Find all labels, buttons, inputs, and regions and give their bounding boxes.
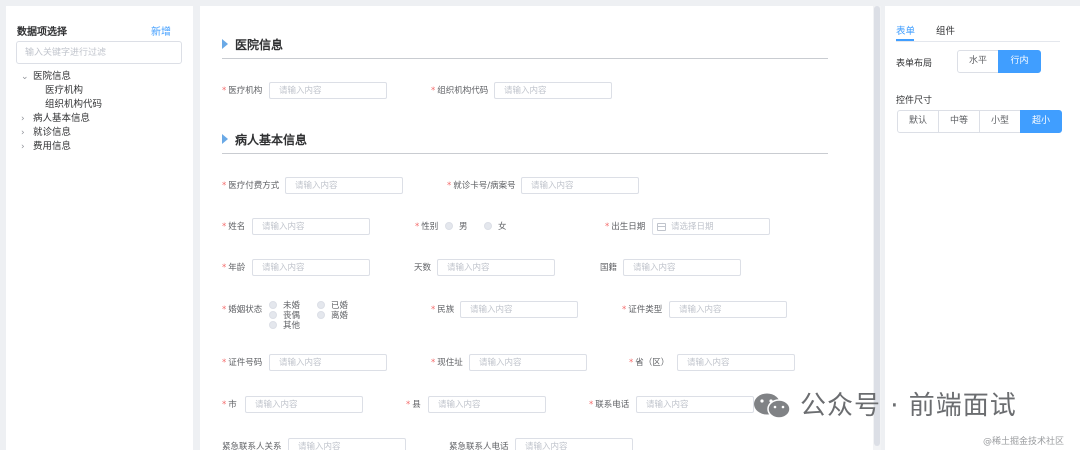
field-label-days: 天数: [414, 263, 432, 273]
radio-gender-male[interactable]: 男: [445, 221, 468, 233]
name-input[interactable]: [252, 218, 370, 235]
field-label-id-type: * 证件类型: [622, 305, 663, 315]
field-label-gender: * 性别: [415, 222, 439, 232]
section-marker-icon: [222, 39, 228, 49]
tree-node-label: 就诊信息: [33, 127, 72, 138]
field-label-card-no: * 就诊卡号/病案号: [447, 181, 516, 191]
field-label-province: * 省（区）: [629, 358, 670, 368]
filter-input[interactable]: [16, 41, 182, 64]
field-label-org-code: * 组织机构代码: [431, 86, 489, 96]
field-label-id-no: * 证件号码: [222, 358, 263, 368]
chevron-right-icon: ›: [21, 142, 25, 152]
form-scrollbar[interactable]: [873, 6, 881, 450]
layout-inline-button[interactable]: 行内: [998, 50, 1041, 73]
tab-divider: [896, 41, 1060, 42]
radio-circle-icon: [269, 321, 277, 329]
tree-node-medical-org[interactable]: 医疗机构: [45, 84, 83, 98]
ethnic-input[interactable]: [460, 301, 578, 318]
data-item-panel: 数据项选择 新增 ⌄ 医院信息 医疗机构 组织机构代码 › 病人基本信息 › 就诊信息…: [6, 6, 193, 450]
field-label-phone: * 联系电话: [589, 400, 630, 410]
layout-horizontal-button[interactable]: 水平: [957, 50, 999, 73]
field-label-org: * 医疗机构: [222, 86, 263, 96]
field-label-ethnic: * 民族: [431, 305, 455, 315]
tree-node-label: 医院信息: [33, 71, 72, 82]
tree-node-cost-info[interactable]: › 费用信息: [21, 140, 71, 154]
watermark-text: 公众号 · 前端面试: [800, 391, 1017, 421]
add-button[interactable]: 新增: [151, 23, 171, 38]
layout-label: 表单布局: [896, 59, 933, 69]
emergency-relation-input[interactable]: [288, 438, 406, 450]
watermark-source: @稀土掘金技术社区: [983, 437, 1065, 447]
county-input[interactable]: [428, 396, 546, 413]
nationality-input[interactable]: [623, 259, 741, 276]
field-label-age: * 年龄: [222, 263, 246, 273]
size-label: 控件尺寸: [896, 96, 933, 106]
property-panel: 表单 组件 表单布局 水平 行内 控件尺寸 默认 中等 小型 超小: [885, 6, 1080, 450]
city-input[interactable]: [245, 396, 363, 413]
tree-node-label: 组织机构代码: [45, 99, 103, 110]
emergency-phone-input[interactable]: [515, 438, 633, 450]
field-label-city: * 市: [222, 400, 237, 410]
radio-circle-icon: [269, 311, 277, 319]
radio-circle-icon: [269, 301, 277, 309]
tree-node-label: 病人基本信息: [33, 113, 91, 124]
radio-circle-icon: [445, 222, 453, 230]
days-input[interactable]: [437, 259, 555, 276]
field-label-name: * 姓名: [222, 222, 246, 232]
field-label-payment: * 医疗付费方式: [222, 181, 280, 191]
tree-node-org-code[interactable]: 组织机构代码: [45, 98, 102, 112]
payment-input[interactable]: [285, 177, 403, 194]
field-label-birth: * 出生日期: [605, 222, 646, 232]
address-input[interactable]: [469, 354, 587, 371]
radio-circle-icon: [317, 311, 325, 319]
active-tab-indicator: [896, 39, 914, 41]
card-no-input[interactable]: [521, 177, 639, 194]
tree-node-patient-info[interactable]: › 病人基本信息: [21, 112, 90, 126]
size-mini-button[interactable]: 超小: [1020, 110, 1062, 133]
scrollbar-thumb[interactable]: [874, 6, 880, 446]
field-label-emerg-relation: 紧急联系人关系: [222, 442, 282, 450]
id-no-input[interactable]: [269, 354, 387, 371]
tree-node-label: 费用信息: [33, 141, 72, 152]
field-label-county: * 县: [406, 400, 421, 410]
radio-gender-female[interactable]: 女: [484, 221, 507, 233]
chevron-right-icon: ›: [21, 128, 25, 138]
size-small-button[interactable]: 小型: [979, 110, 1021, 133]
province-input[interactable]: [677, 354, 795, 371]
field-label-emerg-phone: 紧急联系人电话: [449, 442, 509, 450]
birth-date-input[interactable]: [652, 218, 770, 235]
section-title: 医院信息: [235, 38, 284, 52]
radio-circle-icon: [484, 222, 492, 230]
field-label-address: * 现住址: [431, 358, 463, 368]
size-default-button[interactable]: 默认: [897, 110, 939, 133]
phone-input[interactable]: [636, 396, 754, 413]
tree-node-label: 医疗机构: [45, 85, 84, 96]
radio-marital-divorced[interactable]: 离婚: [317, 310, 348, 322]
chevron-down-icon: ⌄: [21, 72, 29, 82]
age-input[interactable]: [252, 259, 370, 276]
tree-node-hospital-info[interactable]: ⌄ 医院信息: [21, 70, 71, 84]
calendar-icon: [657, 223, 666, 231]
field-label-marital: * 婚姻状态: [222, 305, 263, 315]
field-label-nationality: 国籍: [600, 263, 618, 273]
section-title: 病人基本信息: [235, 133, 308, 147]
radio-circle-icon: [317, 301, 325, 309]
section-divider: [222, 58, 828, 59]
id-type-input[interactable]: [669, 301, 787, 318]
tree-node-visit-info[interactable]: › 就诊信息: [21, 126, 71, 140]
section-marker-icon: [222, 134, 228, 144]
tab-components[interactable]: 组件: [936, 23, 955, 37]
tab-form[interactable]: 表单: [896, 23, 915, 37]
radio-marital-other[interactable]: 其他: [269, 320, 300, 332]
wechat-icon: [754, 393, 791, 419]
chevron-right-icon: ›: [21, 114, 25, 124]
section-divider: [222, 153, 828, 154]
panel-title: 数据项选择: [17, 27, 67, 38]
size-medium-button[interactable]: 中等: [938, 110, 980, 133]
org-input[interactable]: [269, 82, 387, 99]
form-canvas: 医院信息 *医疗机构 *组织机构代码 病人基本信息 *医疗付费方式 *就诊卡号/…: [200, 6, 873, 450]
org-code-input[interactable]: [494, 82, 612, 99]
